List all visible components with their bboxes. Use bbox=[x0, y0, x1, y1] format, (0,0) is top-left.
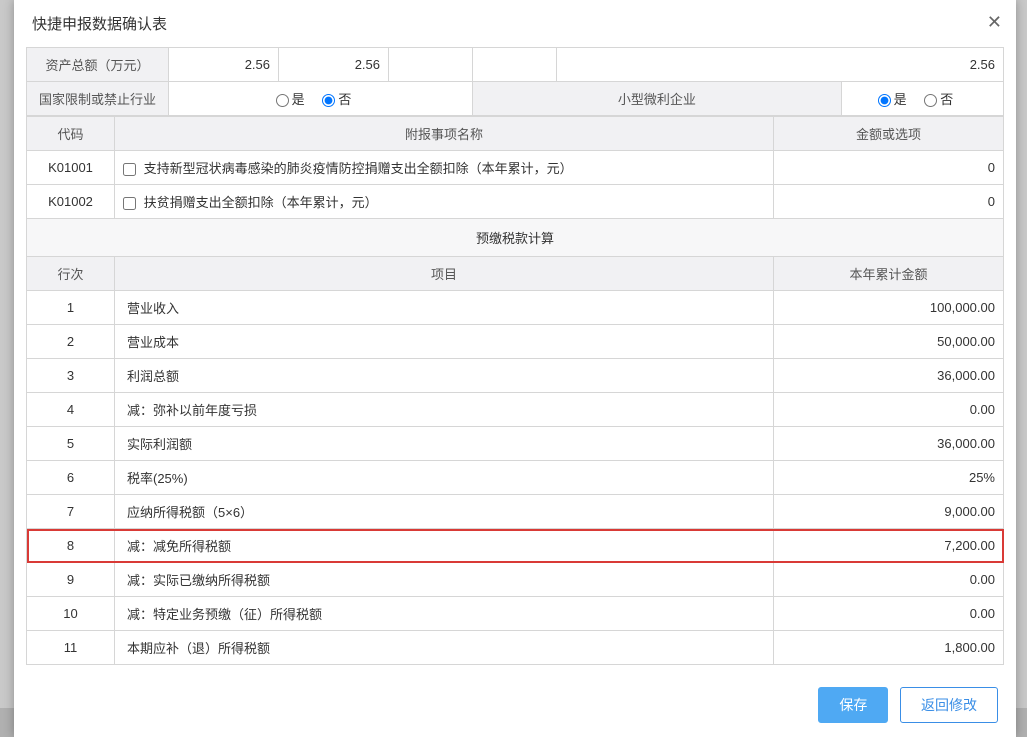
tax-row-line: 1 bbox=[27, 291, 115, 325]
attach-table: 代码 附报事项名称 金额或选项 K01001 支持新型冠状病毒感染的肺炎疫情防控… bbox=[26, 116, 1004, 665]
tax-row: 3利润总额36,000.00 bbox=[27, 359, 1004, 393]
asset-v1: 2.56 bbox=[169, 48, 279, 82]
tax-row-amount: 50,000.00 bbox=[774, 325, 1004, 359]
tax-row-line: 3 bbox=[27, 359, 115, 393]
close-icon[interactable]: ✕ bbox=[987, 13, 1002, 31]
asset-v4 bbox=[473, 48, 557, 82]
attach-row-code: K01002 bbox=[27, 185, 115, 219]
restrict-radio-group: 是 否 bbox=[169, 82, 473, 116]
small-yes-option[interactable]: 是 bbox=[878, 92, 907, 107]
asset-v2: 2.56 bbox=[279, 48, 389, 82]
asset-row: 资产总额（万元） 2.56 2.56 2.56 bbox=[27, 48, 1004, 82]
attach-row: K01001 支持新型冠状病毒感染的肺炎疫情防控捐赠支出全额扣除（本年累计，元）… bbox=[27, 151, 1004, 185]
tax-row-item: 减：实际已缴纳所得税额 bbox=[115, 563, 774, 597]
tax-row-item: 减：减免所得税额 bbox=[115, 529, 774, 563]
tax-row-item: 营业成本 bbox=[115, 325, 774, 359]
attach-row-checkbox[interactable] bbox=[123, 163, 136, 176]
attach-row-item: 扶贫捐赠支出全额扣除（本年累计，元） bbox=[115, 185, 774, 219]
attach-row-amount: 0 bbox=[774, 185, 1004, 219]
small-no-radio[interactable] bbox=[924, 94, 937, 107]
attach-row-checkbox[interactable] bbox=[123, 197, 136, 210]
tax-row-amount: 0.00 bbox=[774, 597, 1004, 631]
attach-row: K01002 扶贫捐赠支出全额扣除（本年累计，元） 0 bbox=[27, 185, 1004, 219]
tax-header-row: 行次 项目 本年累计金额 bbox=[27, 257, 1004, 291]
small-enterprise-label: 小型微利企业 bbox=[473, 82, 842, 116]
modal-header: 快捷申报数据确认表 ✕ bbox=[14, 0, 1016, 47]
tax-row: 9减：实际已缴纳所得税额0.00 bbox=[27, 563, 1004, 597]
tax-row-amount: 9,000.00 bbox=[774, 495, 1004, 529]
asset-v5: 2.56 bbox=[557, 48, 1004, 82]
small-yes-radio[interactable] bbox=[878, 94, 891, 107]
tax-row: 7应纳所得税额（5×6）9,000.00 bbox=[27, 495, 1004, 529]
modal-title: 快捷申报数据确认表 bbox=[32, 16, 167, 33]
restrict-no-radio[interactable] bbox=[322, 94, 335, 107]
tax-row: 11本期应补（退）所得税额1,800.00 bbox=[27, 631, 1004, 665]
tax-row-item: 应纳所得税额（5×6） bbox=[115, 495, 774, 529]
tax-row-line: 7 bbox=[27, 495, 115, 529]
tax-row: 2营业成本50,000.00 bbox=[27, 325, 1004, 359]
attach-header-row: 代码 附报事项名称 金额或选项 bbox=[27, 117, 1004, 151]
restrict-yes-option[interactable]: 是 bbox=[276, 92, 305, 107]
tax-row-item: 本期应补（退）所得税额 bbox=[115, 631, 774, 665]
tax-row: 1营业收入100,000.00 bbox=[27, 291, 1004, 325]
tax-row-line: 9 bbox=[27, 563, 115, 597]
tax-row-amount: 25% bbox=[774, 461, 1004, 495]
tax-row: 6税率(25%)25% bbox=[27, 461, 1004, 495]
attach-row-amount: 0 bbox=[774, 151, 1004, 185]
tax-row-item: 减：特定业务预缴（征）所得税额 bbox=[115, 597, 774, 631]
tax-row-line: 4 bbox=[27, 393, 115, 427]
tax-row: 5实际利润额36,000.00 bbox=[27, 427, 1004, 461]
back-button[interactable]: 返回修改 bbox=[900, 687, 998, 723]
attach-header-code: 代码 bbox=[27, 117, 115, 151]
tax-row-amount: 1,800.00 bbox=[774, 631, 1004, 665]
attach-row-item-label: 支持新型冠状病毒感染的肺炎疫情防控捐赠支出全额扣除（本年累计，元） bbox=[144, 161, 573, 176]
asset-label: 资产总额（万元） bbox=[27, 48, 169, 82]
tax-header-item: 项目 bbox=[115, 257, 774, 291]
tax-row-amount: 36,000.00 bbox=[774, 359, 1004, 393]
tax-row-item: 营业收入 bbox=[115, 291, 774, 325]
modal-body: 资产总额（万元） 2.56 2.56 2.56 国家限制或禁止行业 是 否 小型… bbox=[14, 47, 1016, 675]
save-button[interactable]: 保存 bbox=[818, 687, 888, 723]
tax-header-line: 行次 bbox=[27, 257, 115, 291]
attach-row-item-label: 扶贫捐赠支出全额扣除（本年累计，元） bbox=[144, 195, 378, 210]
tax-header-amount: 本年累计金额 bbox=[774, 257, 1004, 291]
tax-row: 4减：弥补以前年度亏损0.00 bbox=[27, 393, 1004, 427]
info-table: 资产总额（万元） 2.56 2.56 2.56 国家限制或禁止行业 是 否 小型… bbox=[26, 47, 1004, 116]
tax-row-item: 实际利润额 bbox=[115, 427, 774, 461]
tax-row-amount: 0.00 bbox=[774, 393, 1004, 427]
attach-header-amount: 金额或选项 bbox=[774, 117, 1004, 151]
attach-row-item: 支持新型冠状病毒感染的肺炎疫情防控捐赠支出全额扣除（本年累计，元） bbox=[115, 151, 774, 185]
asset-v3 bbox=[389, 48, 473, 82]
tax-row-line: 10 bbox=[27, 597, 115, 631]
small-enterprise-radio-group: 是 否 bbox=[841, 82, 1003, 116]
tax-row-item: 利润总额 bbox=[115, 359, 774, 393]
tax-row-amount: 100,000.00 bbox=[774, 291, 1004, 325]
tax-row-line: 5 bbox=[27, 427, 115, 461]
tax-row-line: 8 bbox=[27, 529, 115, 563]
modal-dialog: 快捷申报数据确认表 ✕ 资产总额（万元） 2.56 2.56 2.56 国家限制… bbox=[14, 0, 1016, 737]
attach-row-code: K01001 bbox=[27, 151, 115, 185]
tax-row: 8减：减免所得税额7,200.00 bbox=[27, 529, 1004, 563]
attach-header-item: 附报事项名称 bbox=[115, 117, 774, 151]
tax-section-title: 预缴税款计算 bbox=[27, 219, 1004, 257]
restrict-row: 国家限制或禁止行业 是 否 小型微利企业 是 否 bbox=[27, 82, 1004, 116]
tax-row-amount: 0.00 bbox=[774, 563, 1004, 597]
tax-row-amount: 36,000.00 bbox=[774, 427, 1004, 461]
tax-row-item: 减：弥补以前年度亏损 bbox=[115, 393, 774, 427]
tax-row: 10减：特定业务预缴（征）所得税额0.00 bbox=[27, 597, 1004, 631]
tax-row-line: 11 bbox=[27, 631, 115, 665]
tax-row-amount: 7,200.00 bbox=[774, 529, 1004, 563]
tax-row-line: 2 bbox=[27, 325, 115, 359]
tax-row-line: 6 bbox=[27, 461, 115, 495]
modal-footer: 保存 返回修改 bbox=[14, 675, 1016, 737]
tax-row-item: 税率(25%) bbox=[115, 461, 774, 495]
restrict-no-option[interactable]: 否 bbox=[322, 92, 351, 107]
small-no-option[interactable]: 否 bbox=[924, 92, 953, 107]
restrict-label: 国家限制或禁止行业 bbox=[27, 82, 169, 116]
restrict-yes-radio[interactable] bbox=[276, 94, 289, 107]
